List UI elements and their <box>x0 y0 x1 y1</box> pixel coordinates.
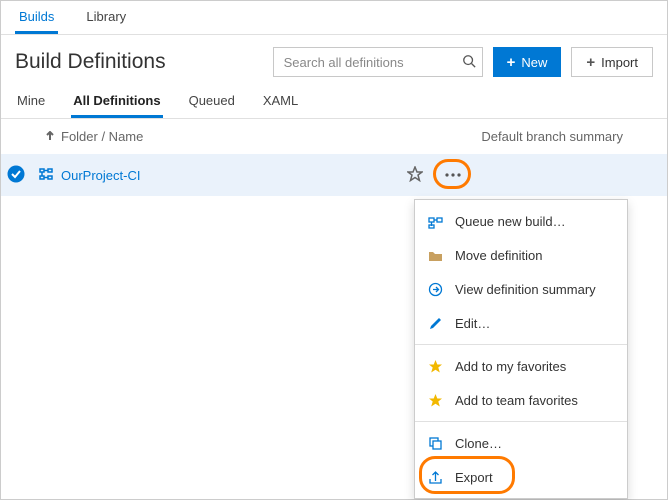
header-row: Build Definitions + New + Import <box>1 35 667 87</box>
menu-label: Export <box>455 470 493 485</box>
sort-asc-icon <box>45 129 55 144</box>
pencil-icon <box>427 315 443 331</box>
arrow-circle-icon <box>427 281 443 297</box>
search-box[interactable] <box>273 47 483 77</box>
menu-label: Queue new build… <box>455 214 566 229</box>
page-title: Build Definitions <box>15 50 166 74</box>
menu-item-clone[interactable]: Clone… <box>415 426 627 460</box>
tab-builds[interactable]: Builds <box>15 1 58 34</box>
definition-row[interactable]: OurProject-CI <box>1 154 667 196</box>
folder-icon <box>427 247 443 263</box>
export-icon <box>427 469 443 485</box>
menu-label: Move definition <box>455 248 542 263</box>
check-circle-icon <box>7 165 25 186</box>
menu-separator <box>415 344 627 345</box>
context-menu: Queue new build… Move definition View de… <box>414 199 628 499</box>
sub-tabs: Mine All Definitions Queued XAML <box>1 87 667 119</box>
menu-item-edit[interactable]: Edit… <box>415 306 627 340</box>
plus-icon: + <box>586 54 595 71</box>
search-input[interactable] <box>282 54 462 71</box>
queue-build-icon <box>427 213 443 229</box>
more-actions-button[interactable] <box>439 163 467 187</box>
new-button-label: New <box>521 55 547 70</box>
definition-name-link[interactable]: OurProject-CI <box>61 168 140 183</box>
subtab-xaml[interactable]: XAML <box>261 87 300 118</box>
pipeline-icon <box>39 167 53 184</box>
top-tabs: Builds Library <box>1 1 667 35</box>
star-filled-icon <box>427 358 443 374</box>
menu-item-add-my-favorites[interactable]: Add to my favorites <box>415 349 627 383</box>
menu-label: View definition summary <box>455 282 596 297</box>
menu-label: Add to my favorites <box>455 359 566 374</box>
menu-item-export[interactable]: Export <box>415 460 627 494</box>
menu-separator <box>415 421 627 422</box>
menu-label: Edit… <box>455 316 490 331</box>
col-folder-name[interactable]: Folder / Name <box>45 129 405 144</box>
favorite-star-icon[interactable] <box>407 166 423 185</box>
tab-library[interactable]: Library <box>82 1 130 34</box>
menu-label: Add to team favorites <box>455 393 578 408</box>
search-icon[interactable] <box>462 54 476 71</box>
menu-item-add-team-favorites[interactable]: Add to team favorites <box>415 383 627 417</box>
subtab-mine[interactable]: Mine <box>15 87 47 118</box>
list-header: Folder / Name Default branch summary <box>1 119 667 154</box>
col-folder-label: Folder / Name <box>61 129 143 144</box>
plus-icon: + <box>507 54 516 71</box>
menu-label: Clone… <box>455 436 502 451</box>
menu-item-view-summary[interactable]: View definition summary <box>415 272 627 306</box>
subtab-all-definitions[interactable]: All Definitions <box>71 87 162 118</box>
menu-item-queue-new-build[interactable]: Queue new build… <box>415 204 627 238</box>
import-button[interactable]: + Import <box>571 47 653 77</box>
import-button-label: Import <box>601 55 638 70</box>
menu-item-move-definition[interactable]: Move definition <box>415 238 627 272</box>
star-filled-icon <box>427 392 443 408</box>
subtab-queued[interactable]: Queued <box>187 87 237 118</box>
new-button[interactable]: + New <box>493 47 562 77</box>
clone-icon <box>427 435 443 451</box>
col-branch-summary[interactable]: Default branch summary <box>481 129 653 144</box>
